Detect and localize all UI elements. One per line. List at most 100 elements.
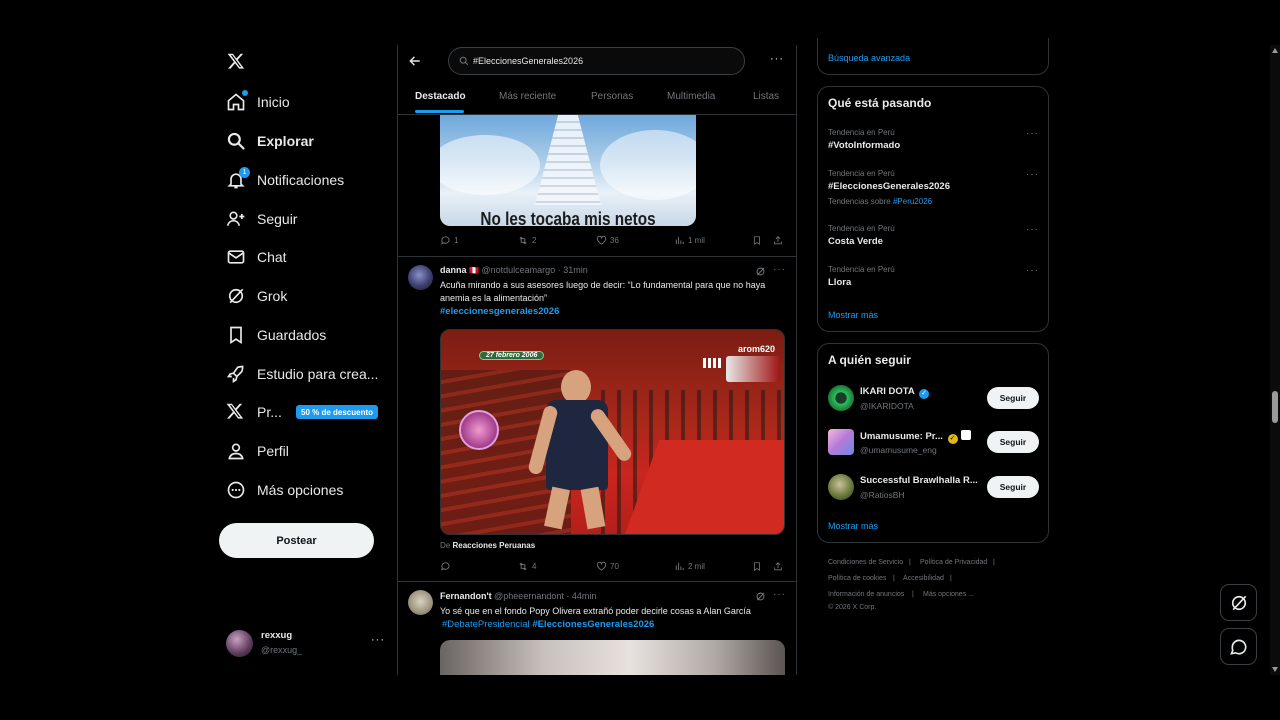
source-name[interactable]: Reacciones Peruanas [452, 541, 535, 550]
share-button[interactable] [773, 235, 786, 246]
suggested-name: Umamusume: Pr... ✓ [860, 430, 972, 444]
tab-featured[interactable]: Destacado [415, 91, 466, 102]
footer-link[interactable]: Más opciones ... [923, 591, 974, 598]
page-scrollbar[interactable] [1270, 45, 1280, 675]
tweet-time[interactable]: 31min [563, 265, 588, 275]
grok-icon[interactable] [755, 266, 766, 277]
like-count: 70 [610, 562, 619, 571]
search-input[interactable]: #EleccionesGenerales2026 [448, 47, 745, 75]
search-icon [459, 56, 469, 66]
share-button[interactable] [773, 561, 786, 572]
nav-item-bookmarks[interactable]: Guardados [226, 320, 326, 350]
tweet-divider [398, 256, 796, 257]
tweet-hashtag[interactable]: #eleccionesgenerales2026 [440, 306, 559, 317]
avatar[interactable] [408, 265, 433, 290]
nav-item-chat[interactable]: Chat [226, 242, 287, 272]
author-name[interactable]: danna [440, 265, 467, 275]
chat-float-button[interactable] [1220, 628, 1257, 665]
footer-link[interactable]: Política de cookies [828, 575, 886, 582]
tweet-time[interactable]: 44min [572, 591, 597, 601]
more-icon[interactable]: ··· [1026, 169, 1039, 180]
who-show-more[interactable]: Mostrar más [828, 521, 878, 531]
repost-icon [519, 562, 527, 571]
tab-lists[interactable]: Listas [753, 91, 779, 102]
nav-item-premium[interactable]: Pr... [226, 397, 282, 427]
trends-title: Qué está pasando [828, 96, 932, 110]
advanced-search-link[interactable]: Búsqueda avanzada [828, 53, 910, 63]
like-button[interactable]: 70 [596, 561, 619, 572]
grok-icon[interactable] [755, 591, 766, 602]
trends-show-more[interactable]: Mostrar más [828, 310, 878, 320]
reply-button[interactable] [440, 561, 454, 572]
author-name[interactable]: Fernandon't [440, 591, 492, 601]
heart-icon [596, 561, 607, 571]
tab-media[interactable]: Multimedia [667, 91, 715, 102]
more-icon[interactable]: ··· [773, 264, 786, 275]
reply-icon [441, 236, 450, 245]
follow-button[interactable]: Seguir [987, 387, 1039, 409]
scroll-up-arrow-icon[interactable] [1272, 48, 1278, 53]
nav-item-profile[interactable]: Perfil [226, 436, 289, 466]
more-icon[interactable]: ··· [1026, 224, 1039, 235]
footer-link[interactable]: Condiciones de Servicio [828, 559, 903, 566]
footer-link[interactable]: Información de anuncios [828, 591, 904, 598]
nav-item-explore[interactable]: Explorar [226, 126, 314, 156]
nav-item-grok[interactable]: Grok [226, 281, 287, 311]
footer-link[interactable]: Política de Privacidad [920, 559, 987, 566]
nav-item-notifications[interactable]: 1 Notificaciones [226, 165, 344, 195]
post-button[interactable]: Postear [219, 523, 374, 558]
search-query: #EleccionesGenerales2026 [473, 56, 584, 66]
nav-item-creator-studio[interactable]: Estudio para crea... [226, 359, 378, 389]
tab-people[interactable]: Personas [591, 91, 633, 102]
more-icon[interactable]: ··· [1026, 265, 1039, 276]
back-arrow-icon[interactable] [408, 54, 422, 68]
views-button[interactable]: 1 mil [674, 235, 705, 246]
affiliate-badge-icon [961, 430, 972, 440]
home-icon [226, 90, 248, 112]
nav-item-home[interactable]: Inicio [226, 87, 290, 117]
trend-title: #VotoInformado [828, 140, 901, 151]
discount-badge[interactable]: 50 % de descuento [296, 405, 379, 419]
tweet-header: Fernandon't @pheeernandont · 44min [440, 591, 597, 601]
x-logo-icon[interactable] [227, 52, 245, 70]
scrollbar-thumb[interactable] [1272, 391, 1278, 423]
nav-item-follow[interactable]: Seguir [226, 204, 297, 234]
author-handle[interactable]: @notdulceamargo [482, 265, 556, 275]
notification-count-badge: 1 [239, 167, 250, 178]
views-button[interactable]: 2 mil [674, 561, 705, 572]
tweet-actions: 1 2 36 1 mil [440, 235, 785, 247]
verified-badge-icon: ✓ [919, 389, 929, 399]
author-handle[interactable]: @pheeernandont [494, 591, 564, 601]
person-add-icon [226, 209, 246, 229]
like-button[interactable]: 36 [596, 235, 619, 246]
nav-item-more[interactable]: Más opciones [226, 475, 343, 505]
account-switcher[interactable]: rexxug @rexxug_ ··· [226, 628, 386, 660]
repost-button[interactable]: 4 [517, 561, 536, 572]
trend-related-hashtag[interactable]: #Peru2026 [893, 197, 932, 206]
follow-button[interactable]: Seguir [987, 431, 1039, 453]
repost-button[interactable]: 2 [517, 235, 536, 246]
views-count: 1 mil [688, 236, 705, 245]
footer-link[interactable]: Accesibilidad [903, 575, 944, 582]
more-icon[interactable]: ··· [1026, 128, 1039, 139]
tab-recent[interactable]: Más reciente [499, 91, 556, 102]
person-figure [527, 370, 634, 530]
more-icon[interactable]: ··· [371, 634, 385, 646]
avatar[interactable] [408, 590, 433, 615]
views-icon [675, 562, 684, 571]
bookmark-button[interactable] [752, 561, 765, 572]
tweet-video[interactable]: 27 febrero 2006 arom620 [440, 329, 785, 535]
tweet-hashtag[interactable]: #EleccionesGenerales2026 [532, 619, 654, 630]
tweet-hashtag[interactable]: #DebatePresidencial [442, 619, 530, 630]
tweet-text: Acuña mirando a sus asesores luego de de… [440, 280, 766, 303]
more-icon[interactable]: ··· [773, 589, 786, 600]
reply-button[interactable]: 1 [440, 235, 458, 246]
grok-float-button[interactable] [1220, 584, 1257, 621]
bookmark-button[interactable] [752, 235, 765, 246]
nav-label-home: Inicio [257, 94, 290, 110]
tweet-image[interactable]: No les tocaba mis netos [440, 115, 696, 226]
scroll-down-arrow-icon[interactable] [1272, 667, 1278, 672]
more-icon[interactable]: ··· [770, 53, 784, 65]
tweet-image[interactable] [440, 640, 785, 675]
follow-button[interactable]: Seguir [987, 476, 1039, 498]
